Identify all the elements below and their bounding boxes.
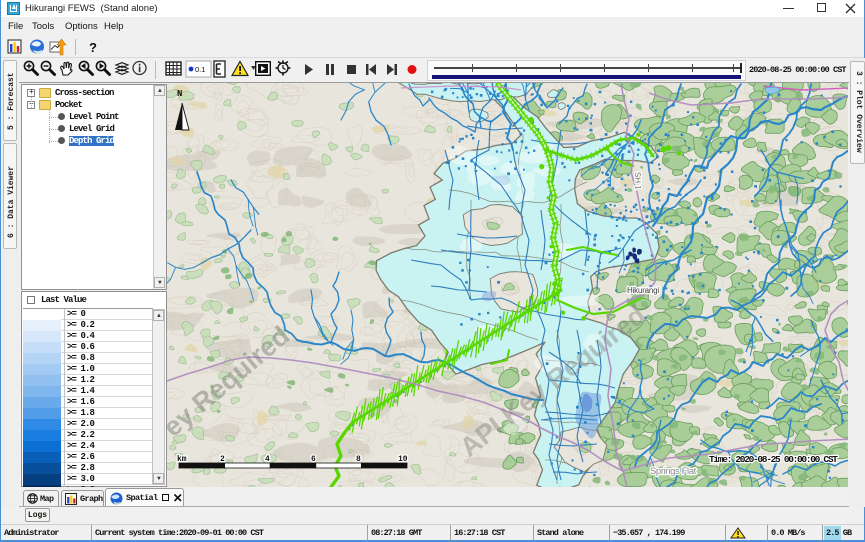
svg-text:10: 10 <box>398 455 408 464</box>
svg-text:Springs Flat: Springs Flat <box>650 466 697 477</box>
svg-text:0.1: 0.1 <box>195 65 205 74</box>
svg-text:N: N <box>177 89 182 99</box>
svg-text:km: km <box>177 455 187 464</box>
svg-text:Time: 2020-08-25 00:00:00 CST: Time: 2020-08-25 00:00:00 CST <box>709 454 838 465</box>
svg-text:?: ? <box>89 40 97 55</box>
svg-text:4: 4 <box>265 455 270 464</box>
svg-text:SH 1: SH 1 <box>633 172 643 191</box>
svg-text:8: 8 <box>356 455 361 464</box>
svg-text:2: 2 <box>220 455 225 464</box>
svg-text:Hikurangi: Hikurangi <box>627 286 659 295</box>
svg-text:6: 6 <box>311 455 316 464</box>
